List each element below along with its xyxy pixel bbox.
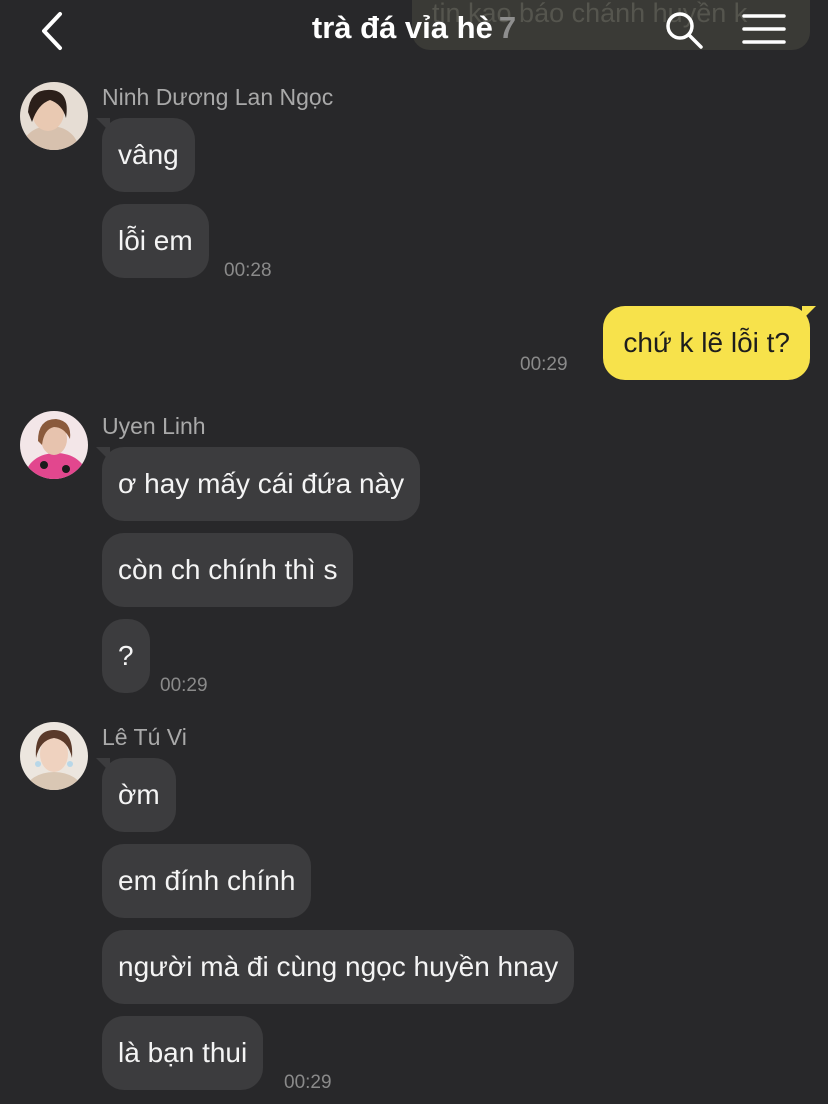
message-bubble[interactable]: người mà đi cùng ngọc huyền hnay: [102, 930, 575, 1004]
outgoing-message-bubble[interactable]: chứ k lẽ lỗi t?: [603, 306, 816, 380]
sender-name: Ninh Dương Lan Ngọc: [102, 84, 334, 110]
message-bubble[interactable]: là bạn thui: [102, 1016, 264, 1090]
avatar-photo: [20, 722, 88, 790]
message-bubble[interactable]: ơ hay mấy cái đứa này: [95, 447, 421, 521]
avatar-photo: [20, 82, 88, 150]
sender-name: Lê Tú Vi: [102, 724, 187, 750]
message-bubble[interactable]: còn ch chính thì s: [102, 533, 354, 607]
avatar-photo: [20, 411, 88, 479]
menu-button[interactable]: [742, 12, 786, 46]
avatar[interactable]: [20, 82, 88, 150]
message-bubble[interactable]: lỗi em: [102, 204, 209, 278]
message-timestamp: 00:29: [284, 1072, 332, 1093]
group-name: trà đá vỉa hè: [311, 10, 493, 45]
search-button[interactable]: [664, 10, 704, 50]
hamburger-menu-icon: [742, 14, 786, 44]
avatar[interactable]: [20, 722, 88, 790]
message-bubble[interactable]: ?: [102, 619, 150, 693]
member-count: 7: [498, 10, 517, 45]
message-bubble[interactable]: vâng: [96, 118, 195, 192]
chat-header: tin kao báo chánh huyền k trà đá vỉa hè 7: [0, 0, 828, 62]
message-timestamp: 00:29: [160, 675, 208, 696]
message-bubble[interactable]: em đính chính: [102, 844, 312, 918]
avatar[interactable]: [20, 411, 88, 479]
message-timestamp: 00:28: [224, 260, 272, 281]
chevron-left-icon: [42, 12, 62, 50]
sender-name: Uyen Linh: [102, 413, 206, 439]
back-button[interactable]: [36, 10, 72, 52]
message-timestamp: 00:29: [520, 354, 568, 375]
search-icon: [666, 12, 703, 49]
chat-title[interactable]: trà đá vỉa hè 7: [200, 10, 628, 46]
message-bubble[interactable]: ờm: [96, 758, 176, 832]
